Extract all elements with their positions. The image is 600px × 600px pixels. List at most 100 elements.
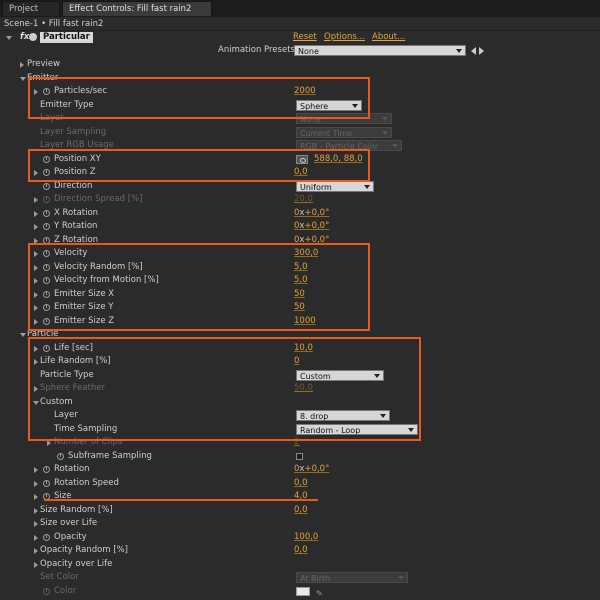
expand-arrow-icon[interactable] [34,359,38,365]
expand-arrow-icon[interactable] [34,170,38,176]
custom-group[interactable]: Custom [0,396,600,410]
layer-sampling-value: Current Time [300,128,353,138]
stopwatch-icon[interactable] [43,317,50,325]
stopwatch-icon[interactable] [43,466,50,473]
animation-presets-dropdown[interactable]: None [294,45,466,56]
eyedropper-icon[interactable]: ✎ [316,587,323,600]
options-link[interactable]: Options... [324,31,365,44]
tab-project[interactable]: Project [2,1,60,16]
expand-arrow-icon[interactable] [34,224,38,230]
opacity-random-value[interactable]: 0,0 [294,544,308,558]
stopwatch-icon[interactable] [43,209,50,217]
opacity-value[interactable]: 100,0 [294,531,318,545]
direction-dropdown[interactable]: Uniform [296,180,374,192]
expand-arrow-icon[interactable] [34,264,38,271]
opacity-over-life-group[interactable]: Opacity over Life [0,558,600,572]
particle-type-dropdown[interactable]: Custom [296,369,384,381]
size-random-value[interactable]: 0,0 [294,504,308,518]
stopwatch-icon[interactable] [43,304,50,311]
stopwatch-icon[interactable] [43,236,50,244]
sphere-feather-value: 50,0 [294,383,313,393]
custom-layer-dropdown[interactable]: 8. drop [296,410,390,421]
z-rotation-degrees[interactable]: +0,0° [304,235,329,245]
chevron-down-icon [382,130,388,135]
expand-arrow-icon[interactable] [34,89,38,95]
size-value[interactable]: 4,0 [294,490,308,504]
expand-arrow-icon[interactable] [34,237,38,244]
expand-arrow-icon[interactable] [34,318,38,325]
expand-arrow-icon[interactable] [34,278,38,284]
collapse-arrow-icon[interactable] [20,333,26,337]
collapse-arrow-icon[interactable] [6,36,12,40]
rotation-value[interactable]: 0x+0,0° [294,463,329,477]
expand-arrow-icon[interactable] [34,480,38,487]
next-preset-icon[interactable] [479,47,484,55]
about-link[interactable]: About... [372,31,405,44]
stopwatch-icon[interactable] [43,169,50,176]
particles-sec-value[interactable]: 2000 [294,85,316,99]
preview-group[interactable]: Preview [0,58,600,72]
time-sampling-value: Random - Loop [300,425,361,435]
stopwatch-icon[interactable] [43,88,50,95]
stopwatch-icon[interactable] [43,182,50,190]
stopwatch-icon[interactable] [43,250,50,257]
emitter-size-x-value[interactable]: 50 [294,288,305,302]
color-swatch[interactable] [296,586,310,596]
emitter-group[interactable]: Emitter [0,72,600,86]
stopwatch-icon[interactable] [57,452,64,460]
time-sampling-label: Time Sampling [54,423,118,434]
stopwatch-icon[interactable] [43,479,50,487]
stopwatch-icon[interactable] [43,223,50,230]
collapse-arrow-icon[interactable] [33,400,39,405]
expand-arrow-icon[interactable] [34,521,38,527]
stopwatch-icon[interactable] [43,533,50,541]
x-rotation-degrees[interactable]: +0,0° [304,208,329,218]
y-rotation-value[interactable]: 0x+0,0° [294,220,329,234]
expand-arrow-icon[interactable] [34,210,38,217]
stopwatch-icon[interactable] [43,277,50,284]
highlight-underline-size [44,499,318,501]
stopwatch-icon[interactable] [43,344,50,352]
position-z-value[interactable]: 0,0 [294,166,308,180]
velocity-random-value[interactable]: 5,0 [294,261,308,275]
rotation-speed-value[interactable]: 0,0 [294,477,308,491]
emitter-size-y-value[interactable]: 50 [294,301,305,315]
expand-arrow-icon[interactable] [34,561,38,568]
previous-preset-icon[interactable] [471,47,476,55]
expand-arrow-icon[interactable] [34,534,38,541]
time-sampling-dropdown[interactable]: Random - Loop [296,423,418,435]
rotation-degrees[interactable]: +0,0° [304,464,329,474]
stopwatch-icon[interactable] [43,290,50,298]
stopwatch-icon[interactable] [43,263,50,271]
expand-arrow-icon[interactable] [34,251,38,257]
expand-arrow-icon[interactable] [34,467,38,473]
z-rotation-value[interactable]: 0x+0,0° [294,234,329,248]
velocity-motion-value[interactable]: 5,0 [294,274,308,288]
emitter-size-z-value[interactable]: 1000 [294,315,316,329]
size-random-row: Size Random [%] 0,0 [0,504,600,518]
life-random-value[interactable]: 0 [294,355,299,369]
particle-group[interactable]: Particle [0,328,600,342]
expand-arrow-icon[interactable] [34,494,38,500]
y-rotation-degrees[interactable]: +0,0° [304,221,329,231]
tab-effect-controls[interactable]: Effect Controls: Fill fast rain2▾× [62,1,212,30]
effect-name[interactable]: Particular [40,32,93,43]
emitter-type-dropdown[interactable]: Sphere [296,99,362,111]
fx-toggle[interactable]: fx [20,31,29,44]
expand-arrow-icon[interactable] [20,62,24,68]
life-value[interactable]: 10,0 [294,342,313,356]
stopwatch-icon[interactable] [43,155,50,163]
expand-arrow-icon[interactable] [34,305,38,311]
subframe-checkbox[interactable] [296,452,303,460]
velocity-value[interactable]: 300,0 [294,247,318,261]
expand-arrow-icon[interactable] [34,507,38,514]
position-xy-value[interactable]: 588,0, 88,0 [314,153,363,167]
x-rotation-value[interactable]: 0x+0,0° [294,207,329,221]
reset-link[interactable]: Reset [293,31,317,44]
crosshair-icon[interactable] [296,154,308,164]
size-over-life-group[interactable]: Size over Life [0,517,600,531]
expand-arrow-icon[interactable] [34,291,38,298]
collapse-arrow-icon[interactable] [20,76,26,81]
expand-arrow-icon[interactable] [34,345,38,352]
expand-arrow-icon[interactable] [34,548,38,554]
